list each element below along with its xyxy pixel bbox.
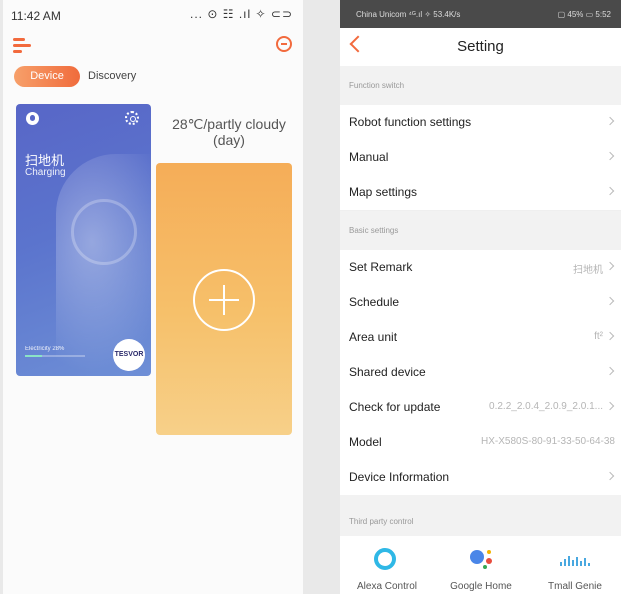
- add-device-card[interactable]: [156, 163, 292, 435]
- gear-icon[interactable]: [125, 111, 139, 125]
- device-status: Charging: [25, 167, 66, 178]
- chevron-right-icon: [605, 186, 615, 196]
- third-party-panel: Alexa Control Google Home Tmall Genie: [340, 536, 621, 594]
- status-bar: 11:42 AM ... ⊙ ☷ .ıl ✧ ⊂⊃: [3, 0, 303, 32]
- electricity-label: Electricity 28%: [25, 346, 65, 352]
- row-model: Model HX-X580S-80-91-33-50-64-38: [340, 425, 621, 461]
- chevron-right-icon: [605, 401, 615, 411]
- row-map-settings[interactable]: Map settings: [340, 175, 621, 211]
- settings-screen: China Unicom ⁴ᴳ.ıl ✧ 53.4K/s ▢ 45% ▭ 5:5…: [340, 0, 621, 594]
- tmall-genie-icon: [560, 556, 590, 566]
- user-icon[interactable]: [26, 112, 39, 125]
- home-screen: 11:42 AM ... ⊙ ☷ .ıl ✧ ⊂⊃ Device Discove…: [3, 0, 303, 594]
- section-header-function: Function switch: [349, 81, 405, 90]
- header: Setting: [340, 28, 621, 66]
- status-time: 11:42 AM: [11, 9, 61, 23]
- chevron-right-icon: [605, 151, 615, 161]
- alexa-icon: [374, 548, 396, 570]
- chevron-right-icon: [605, 296, 615, 306]
- chevron-right-icon: [605, 261, 615, 271]
- page-title: Setting: [457, 38, 504, 55]
- tab-device[interactable]: Device: [14, 66, 80, 87]
- electricity-bar-fill: [25, 355, 42, 357]
- electricity-bar: [25, 355, 85, 357]
- robot-illustration-gear: [71, 199, 137, 265]
- row-set-remark[interactable]: Set Remark 扫地机: [340, 250, 621, 286]
- section-header-basic: Basic settings: [349, 226, 399, 235]
- status-icons: ... ⊙ ☷ .ıl ✧ ⊂⊃: [190, 7, 293, 21]
- row-robot-function-settings[interactable]: Robot function settings: [340, 105, 621, 141]
- status-bar: China Unicom ⁴ᴳ.ıl ✧ 53.4K/s ▢ 45% ▭ 5:5…: [340, 0, 621, 28]
- plus-icon[interactable]: [193, 269, 255, 331]
- row-schedule[interactable]: Schedule: [340, 285, 621, 321]
- message-icon[interactable]: [276, 36, 292, 52]
- chevron-right-icon: [605, 116, 615, 126]
- section-header-third-party: Third party control: [349, 517, 414, 526]
- row-area-unit[interactable]: Area unit ft²: [340, 320, 621, 356]
- chevron-right-icon: [605, 331, 615, 341]
- brand-logo: TESVOR: [113, 339, 145, 371]
- google-home-icon: [470, 550, 484, 564]
- row-manual[interactable]: Manual: [340, 140, 621, 176]
- status-carrier: China Unicom ⁴ᴳ.ıl ✧ 53.4K/s: [356, 10, 461, 19]
- tab-discovery[interactable]: Discovery: [88, 66, 136, 87]
- weather-text: 28℃/partly cloudy (day): [172, 116, 286, 148]
- chevron-right-icon: [605, 471, 615, 481]
- chevron-right-icon: [605, 366, 615, 376]
- row-check-for-update[interactable]: Check for update 0.2.2_2.0.4_2.0.9_2.0.1.…: [340, 390, 621, 426]
- status-right: ▢ 45% ▭ 5:52: [557, 10, 611, 19]
- row-shared-device[interactable]: Shared device: [340, 355, 621, 391]
- robot-device-card[interactable]: 扫地机 Charging Electricity 28% TESVOR: [16, 104, 151, 376]
- menu-icon[interactable]: [13, 38, 31, 54]
- row-device-information[interactable]: Device Information: [340, 460, 621, 495]
